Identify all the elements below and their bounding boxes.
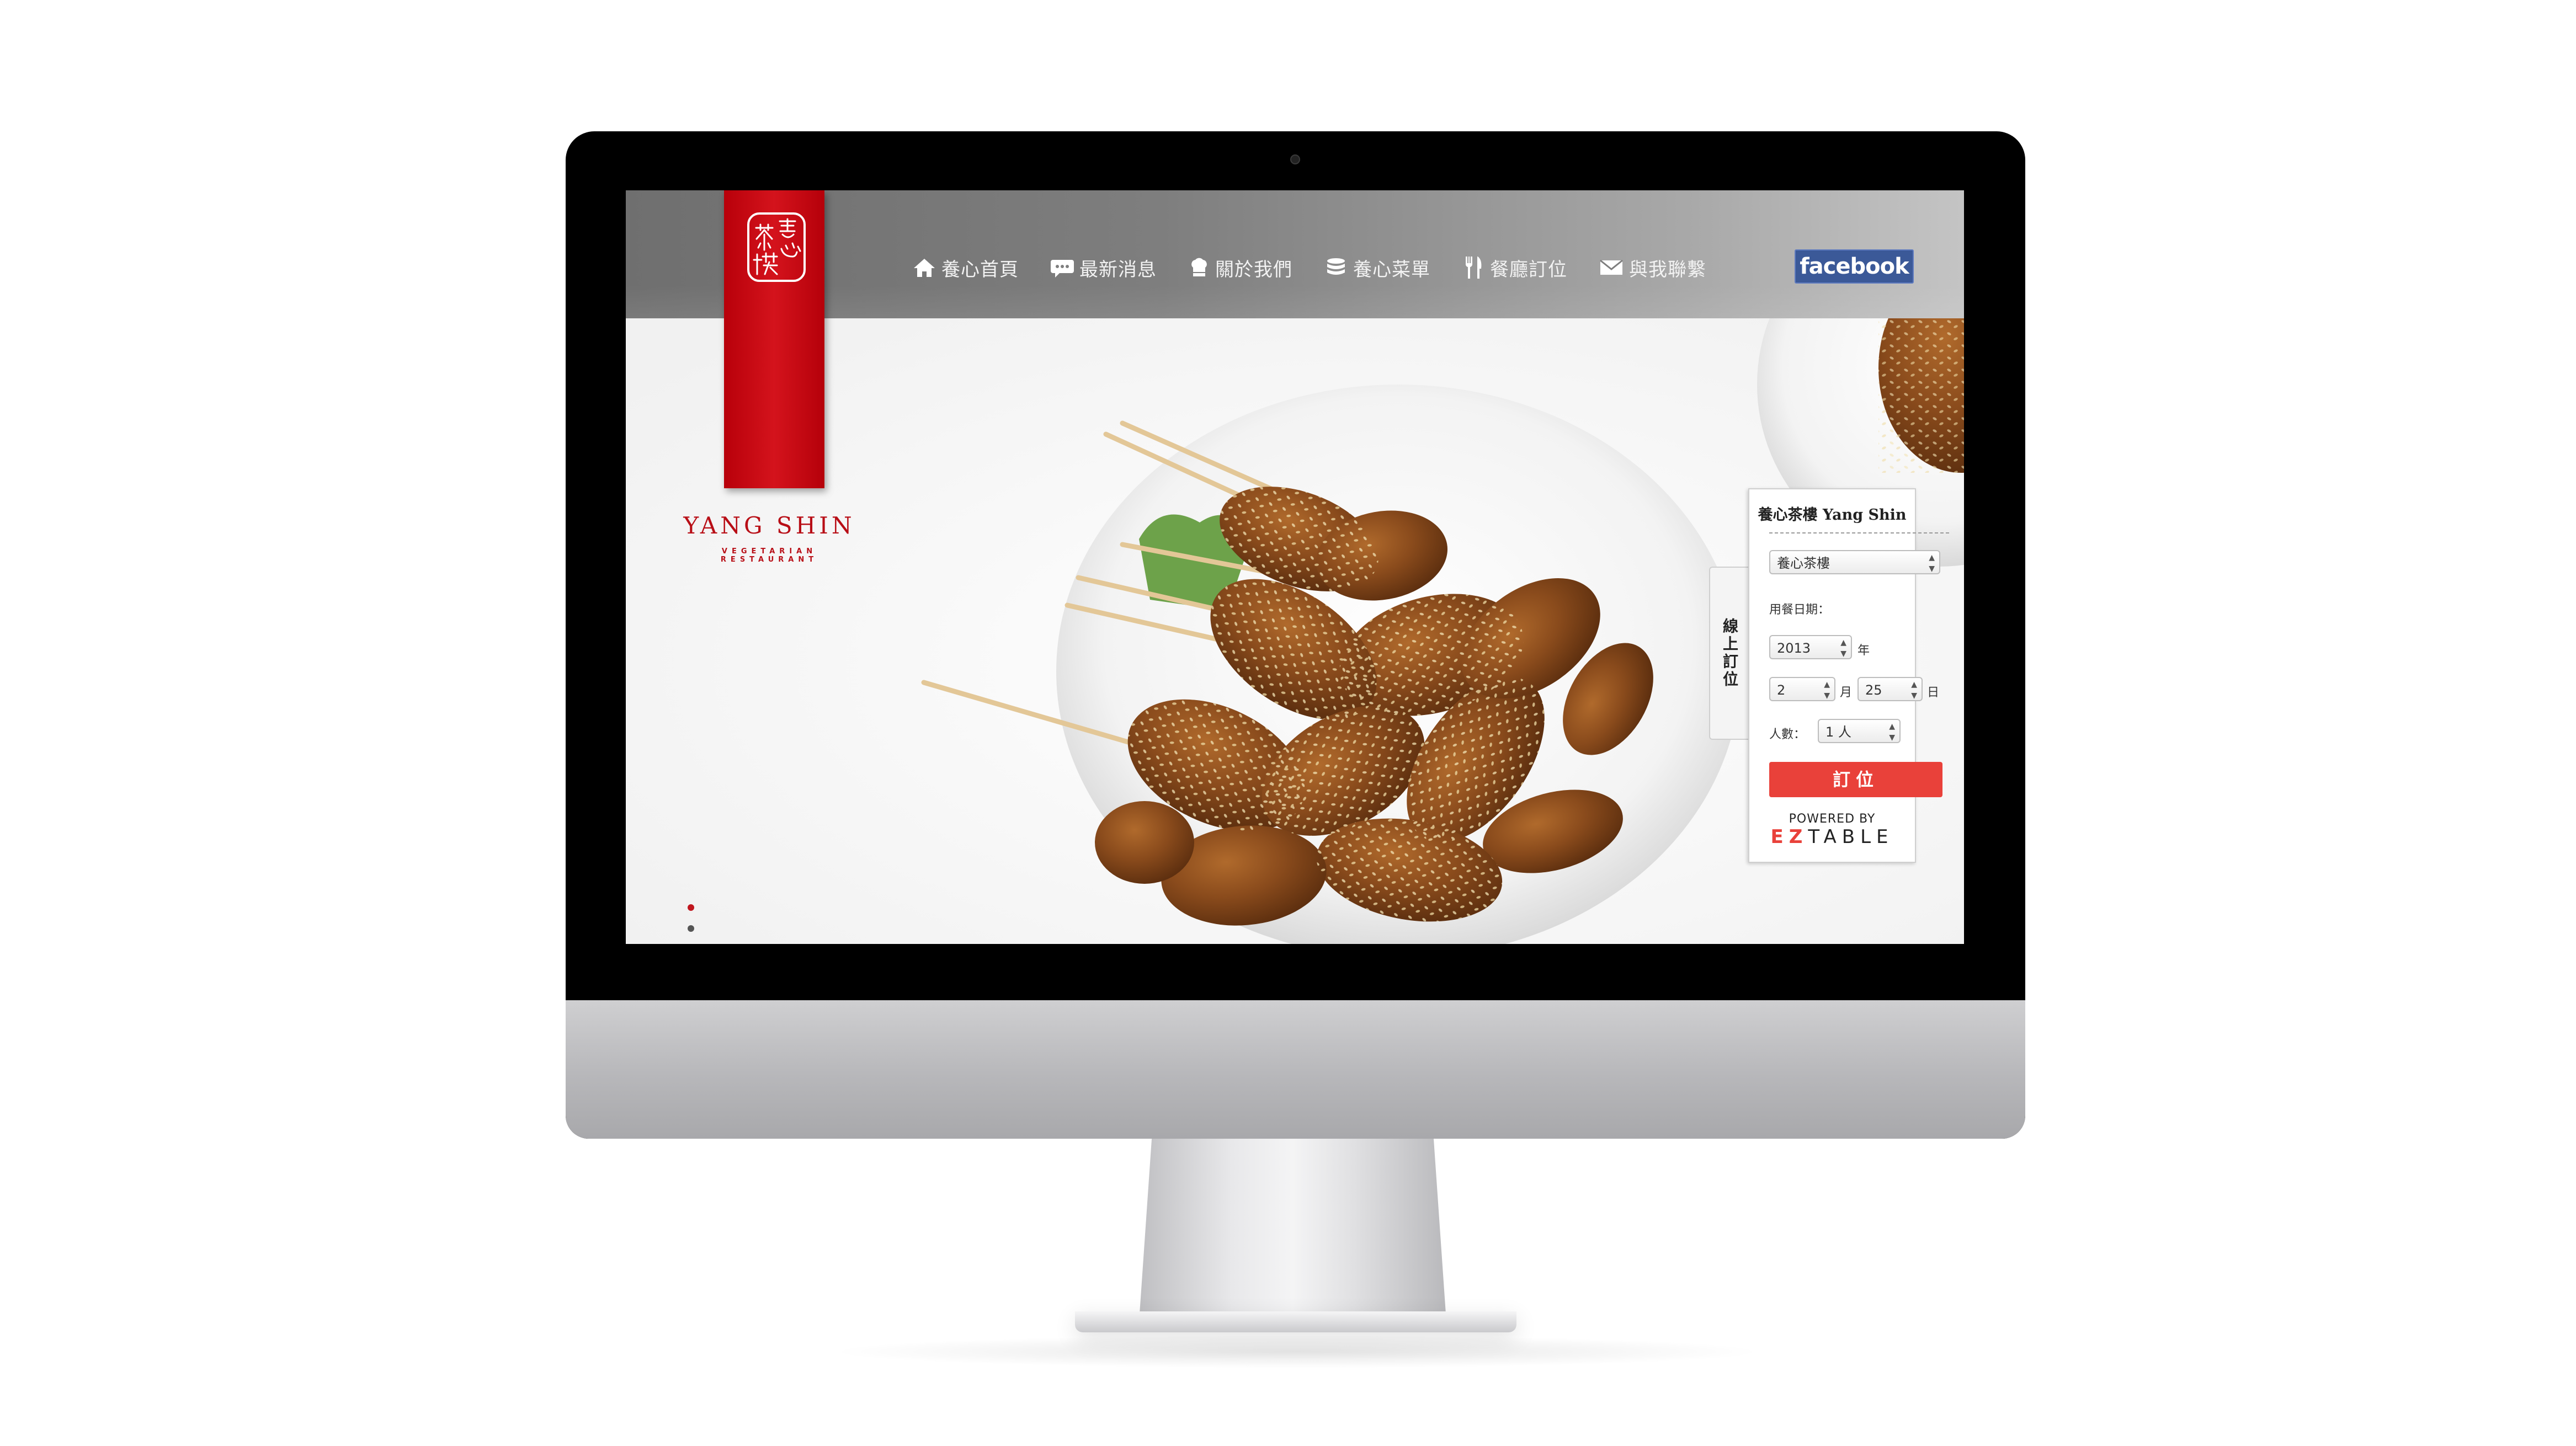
select-arrows-icon: ▲ ▼	[1889, 722, 1895, 742]
nav-label-about: 關於我們	[1215, 258, 1292, 281]
day-unit-label: 日	[1927, 686, 1940, 700]
camera-dot	[1290, 154, 1300, 164]
logo-banner[interactable]	[724, 190, 824, 488]
party-size-label: 人數：	[1769, 728, 1806, 741]
logo-seal	[747, 212, 806, 282]
year-unit-label: 年	[1858, 644, 1870, 658]
facebook-button[interactable]: facebook	[1795, 249, 1914, 284]
online-booking-tab[interactable]: 線上訂位	[1709, 567, 1749, 740]
year-select-value: 2013	[1777, 641, 1811, 656]
slider-dot-2[interactable]	[688, 925, 694, 932]
monitor-chin	[566, 1000, 2025, 1139]
brand-name: YANG SHIN	[683, 512, 855, 539]
nav-label-news: 最新消息	[1079, 258, 1157, 281]
website-screen: YANG SHIN VEGETARIAN RESTAURANT 養心首頁 最新消…	[626, 190, 1964, 944]
main-nav: 養心首頁 最新消息 關於我們 養心菜單 餐廳訂位 與我聯繫	[913, 251, 1738, 284]
eztable-logo-ez: EZ	[1770, 826, 1808, 848]
slider-dot-1[interactable]	[688, 904, 694, 911]
nav-item-home[interactable]: 養心首頁	[913, 254, 1019, 281]
select-arrows-icon: ▲ ▼	[1929, 553, 1935, 573]
month-select[interactable]: 2 ▲ ▼	[1769, 677, 1835, 701]
envelope-icon	[1600, 259, 1623, 275]
nav-label-contact: 與我聯繫	[1629, 258, 1706, 281]
nav-item-news[interactable]: 最新消息	[1051, 254, 1157, 281]
nav-item-reservation[interactable]: 餐廳訂位	[1462, 254, 1567, 281]
reserve-button[interactable]: 訂位	[1769, 762, 1942, 797]
select-arrows-icon: ▲ ▼	[1911, 680, 1917, 700]
nav-item-menu[interactable]: 養心菜單	[1324, 254, 1430, 281]
monitor-stand	[1140, 1138, 1446, 1314]
booking-widget: 養心茶樓 Yang Shin 養心茶樓 ▲ ▼ 用餐日期： 2013 ▲ ▼ 年 2…	[1748, 488, 1949, 863]
nav-item-contact[interactable]: 與我聯繫	[1599, 254, 1706, 281]
nav-item-about[interactable]: 關於我們	[1189, 254, 1292, 281]
day-select-value: 25	[1865, 682, 1882, 698]
chat-bubble-icon	[1051, 260, 1074, 278]
eztable-logo[interactable]: EZTABLE	[1749, 826, 1915, 848]
brand-subtitle: VEGETARIAN RESTAURANT	[720, 547, 818, 564]
monitor-stand-base	[1075, 1311, 1516, 1332]
monitor-shadow	[828, 1335, 1766, 1368]
powered-by-label: POWERED BY	[1789, 812, 1876, 826]
dish-stack-icon	[1327, 258, 1345, 275]
nav-label-reservation: 餐廳訂位	[1490, 258, 1567, 281]
day-select[interactable]: 25 ▲ ▼	[1858, 677, 1923, 701]
online-booking-tab-label: 線上訂位	[1721, 618, 1739, 689]
booking-widget-divider	[1769, 532, 1949, 533]
restaurant-select-value: 養心茶樓	[1777, 556, 1830, 571]
booking-widget-title: 養心茶樓 Yang Shin	[1758, 506, 1907, 524]
dining-date-label: 用餐日期：	[1769, 603, 1830, 617]
select-arrows-icon: ▲ ▼	[1840, 638, 1846, 658]
nav-label-menu: 養心菜單	[1353, 258, 1430, 281]
month-unit-label: 月	[1840, 686, 1853, 700]
select-arrows-icon: ▲ ▼	[1824, 680, 1830, 700]
party-size-select-value: 1 人	[1825, 724, 1851, 740]
year-select[interactable]: 2013 ▲ ▼	[1769, 635, 1852, 659]
logo-seal-calligraphy	[753, 218, 801, 275]
fork-knife-icon	[1465, 257, 1482, 279]
month-select-value: 2	[1777, 682, 1786, 698]
restaurant-select[interactable]: 養心茶樓 ▲ ▼	[1769, 550, 1940, 574]
eztable-logo-table: TABLE	[1808, 826, 1894, 848]
nav-label-home: 養心首頁	[941, 258, 1019, 281]
party-size-select[interactable]: 1 人 ▲ ▼	[1818, 719, 1901, 743]
home-icon	[914, 259, 935, 277]
chef-hat-icon	[1191, 258, 1207, 276]
